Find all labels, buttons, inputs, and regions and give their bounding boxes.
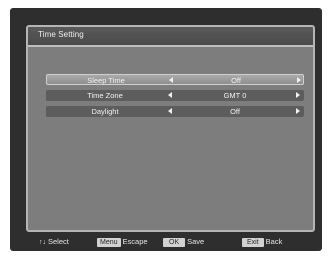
row-value: Off (231, 76, 241, 85)
hint-select: ↑↓ Select (39, 237, 69, 246)
arrow-right-icon[interactable] (296, 92, 300, 98)
arrow-right-icon[interactable] (297, 77, 301, 83)
row-label: Time Zone (87, 91, 123, 100)
row-value: GMT 0 (223, 91, 247, 100)
hint-save: OK Save (163, 237, 204, 247)
ok-key: OK (163, 238, 186, 247)
arrow-left-icon[interactable] (168, 92, 172, 98)
hint-back: Exit Back (242, 237, 282, 247)
menu-row-sleep-time[interactable]: Sleep Time Off (46, 74, 304, 85)
menu-row-time-zone[interactable]: Time Zone GMT 0 (46, 90, 304, 101)
exit-key: Exit (242, 238, 264, 247)
hint-back-label: Back (265, 237, 283, 246)
time-setting-panel: Time Setting Sleep Time Off Time Zone GM… (26, 25, 315, 232)
row-label: Sleep Time (87, 76, 125, 85)
arrow-left-icon[interactable] (169, 77, 173, 83)
footer-hints: ↑↓ Select Menu Escape OK Save Exit Back (20, 237, 314, 247)
row-label: Daylight (91, 107, 119, 116)
hint-select-label: Select (48, 237, 69, 246)
menu-row-daylight[interactable]: Daylight Off (46, 106, 304, 117)
tv-screen: Time Setting Sleep Time Off Time Zone GM… (10, 8, 322, 251)
menu-key: Menu (97, 238, 121, 247)
up-down-arrows-icon: ↑↓ (39, 239, 46, 246)
hint-escape-label: Escape (122, 237, 148, 246)
row-value: Off (230, 107, 240, 116)
page-title: Time Setting (38, 30, 84, 39)
arrow-right-icon[interactable] (296, 108, 300, 114)
arrow-left-icon[interactable] (168, 108, 172, 114)
hint-escape: Menu Escape (97, 237, 148, 247)
title-bar: Time Setting (28, 27, 313, 47)
hint-save-label: Save (187, 237, 205, 246)
